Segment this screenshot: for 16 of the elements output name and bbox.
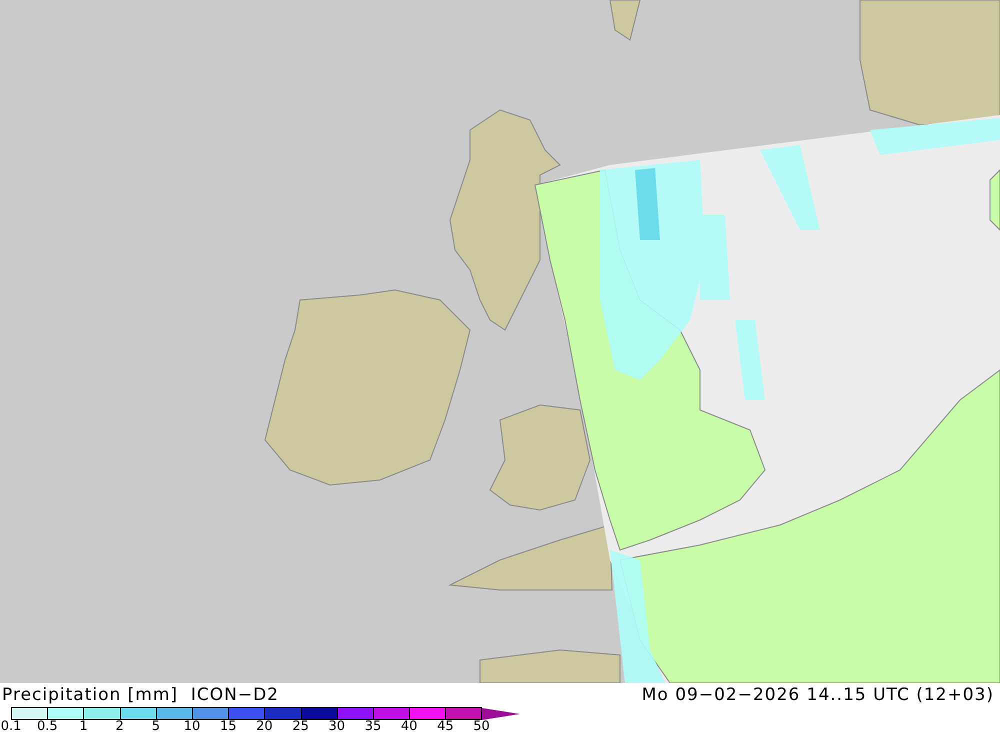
legend-tick-label: 15 bbox=[220, 719, 236, 733]
legend-tick-label: 20 bbox=[256, 719, 273, 733]
legend-tick-label: 30 bbox=[328, 719, 346, 733]
legend-tick-label: 0.5 bbox=[36, 719, 58, 733]
chart-title: Precipitation [mm] ICON−D2 bbox=[2, 685, 279, 705]
legend-tick-label: 50 bbox=[473, 719, 490, 733]
legend-tick-label: 35 bbox=[364, 719, 382, 733]
legend-tick-label: 25 bbox=[292, 719, 309, 733]
legend-tick-label: 2 bbox=[116, 719, 124, 733]
valid-time: Mo 09−02−2026 14..15 UTC (12+03) bbox=[642, 685, 994, 705]
legend-tick-label: 5 bbox=[152, 719, 160, 733]
legend-tick-label: 45 bbox=[437, 719, 454, 733]
legend-tick-label: 1 bbox=[79, 719, 88, 733]
legend-tick-label: 40 bbox=[400, 719, 418, 733]
legend-tick-label: 0.1 bbox=[0, 719, 22, 733]
legend-tick-label: 10 bbox=[184, 719, 200, 733]
